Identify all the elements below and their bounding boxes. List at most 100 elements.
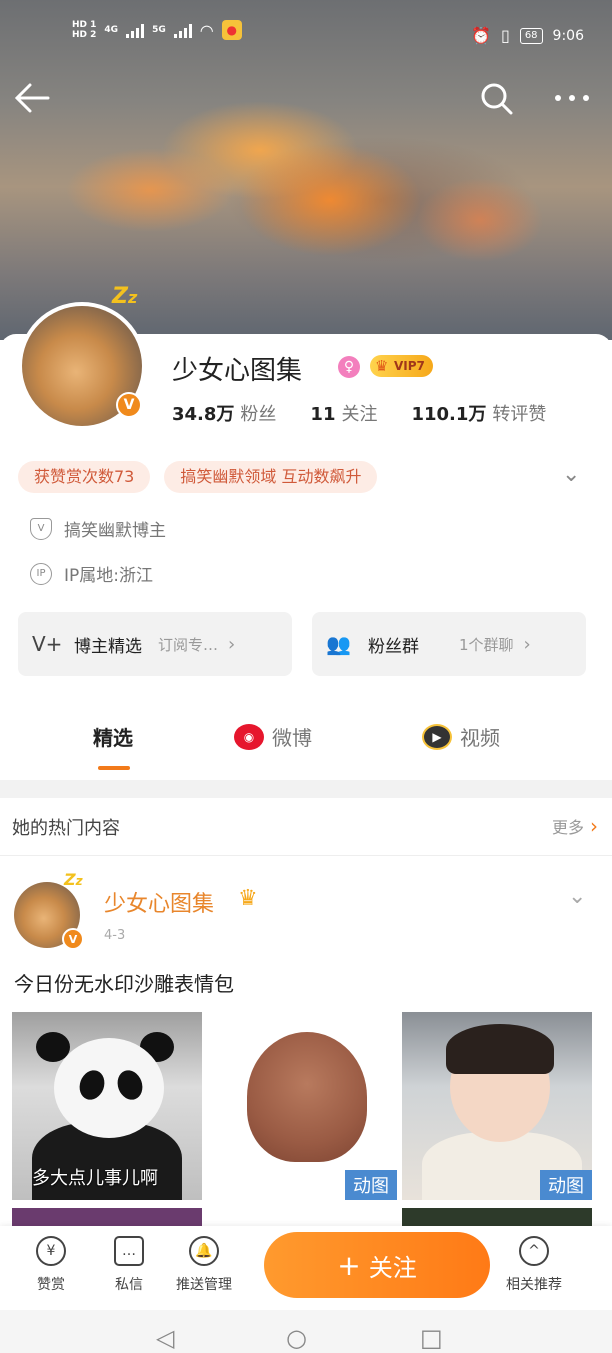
stat-interactions[interactable]: 110.1万 转评赞 [411,400,546,426]
hot-content-header: 她的热门内容 更多 › [0,798,612,856]
profile-tags: 获赞赏次数73 搞笑幽默领域 互动数飙升 [18,461,378,493]
wifi-icon: ◠ [199,20,214,40]
shield-icon: V [30,517,52,540]
network-type-2: 5G [152,25,166,35]
more-dots-icon [555,95,589,101]
post-image-dog[interactable]: 动图 [207,1012,397,1200]
section-divider [0,780,612,798]
female-gender-icon: ♀ [338,356,360,378]
bell-icon: 🔔 [189,1236,219,1266]
nav-back-button[interactable]: ◁ [156,1324,174,1352]
profile-avatar[interactable]: V [18,302,146,430]
chevron-up-icon: ^ [519,1236,549,1266]
network-type-1: 4G [104,25,119,35]
tab-weibo-label: 微博 [272,726,312,750]
blogger-picks-box[interactable]: V+ 博主精选 订阅专… › [18,612,292,676]
search-button[interactable] [478,80,516,127]
fan-group-sub: 1个群聊 [459,635,514,654]
panda-face [54,1038,164,1138]
reward-label: 赞赏 [37,1277,65,1293]
group-icon: 👥 [326,632,351,656]
post-author-avatar[interactable]: V [14,882,84,950]
post-image-kid[interactable]: 动图 [402,1012,592,1200]
status-bar: HD 1 HD 2 4G 5G ◠ ● ⏰ ▯ 68 9:06 [0,18,612,58]
fan-group-title: 粉丝群 [368,636,419,657]
post-image-panda[interactable]: 多大点儿事儿啊 [12,1012,202,1200]
tab-video-label: 视频 [460,726,500,750]
followers-label: 粉丝 [240,404,277,425]
profile-tabs: 精选 ◉ 微博 ▶ 视频 [0,722,612,782]
picks-title: 博主精选 [74,636,142,657]
plus-icon: + [337,1248,361,1282]
message-button[interactable]: … 私信 [114,1236,144,1294]
weibo-icon: ◉ [234,723,264,750]
ip-row: IP IP属地:浙江 [30,561,153,586]
hot-content-title: 她的热门内容 [12,818,120,839]
image-caption: 多大点儿事儿啊 [32,1168,158,1189]
following-count: 11 [310,404,336,425]
stat-following[interactable]: 11 关注 [310,400,377,426]
profile-stats: 34.8万 粉丝 11 关注 110.1万 转评赞 [172,400,546,426]
sleep-zz-icon: Zz [112,284,138,309]
expand-chevron-icon[interactable]: ⌄ [562,462,580,487]
signal-1-icon [126,22,145,38]
reward-button[interactable]: ¥ 赞赏 [36,1236,66,1294]
bottom-action-bar: ¥ 赞赏 … 私信 🔔 推送管理 + 关注 ^ 相关推荐 [0,1226,612,1310]
more-button[interactable] [552,80,592,127]
signal-2-icon [173,22,192,38]
vip-crown-icon: ♛ [238,886,258,911]
stat-followers[interactable]: 34.8万 粉丝 [172,400,276,426]
tag-field-trend[interactable]: 搞笑幽默领域 互动数飙升 [164,461,378,493]
more-label: 更多 [551,818,584,837]
dog-figure [247,1032,367,1162]
interactions-count: 110.1万 [411,404,487,425]
sim1-label: HD 1 [72,20,97,30]
nav-home-button[interactable]: ○ [286,1324,307,1352]
vibrate-icon: ▯ [501,26,510,45]
system-nav-bar: ◁ ○ □ [0,1310,612,1353]
message-icon: … [114,1236,144,1266]
post-options-chevron-icon[interactable]: ⌄ [568,884,586,909]
tag-reward-count[interactable]: 获赞赏次数73 [18,461,151,493]
tab-featured-label: 精选 [93,726,133,750]
vip-badge[interactable]: VIP7 [370,355,433,377]
tab-weibo[interactable]: ◉ 微博 [234,722,312,751]
chevron-right-icon: › [590,814,598,838]
following-label: 关注 [341,404,378,425]
sim2-label: HD 2 [72,30,97,40]
push-settings-button[interactable]: 🔔 推送管理 [176,1236,232,1294]
message-label: 私信 [115,1277,143,1293]
back-arrow-icon [14,83,50,113]
battery-icon: 68 [519,27,543,44]
ip-text: IP属地:浙江 [64,566,153,586]
fan-group-box[interactable]: 👥 粉丝群 1个群聊 › [312,612,586,676]
role-row: V 搞笑幽默博主 [30,516,166,541]
active-tab-indicator [98,766,130,770]
related-label: 相关推荐 [506,1277,562,1293]
verified-badge-icon: V [62,928,84,950]
video-icon: ▶ [422,723,452,750]
reward-icon: ¥ [36,1236,66,1266]
verified-badge-icon: V [116,392,142,418]
back-button[interactable] [12,80,52,125]
kid-hair [446,1024,554,1074]
interactions-label: 转评赞 [492,404,547,425]
tab-video[interactable]: ▶ 视频 [422,722,500,751]
gif-badge: 动图 [345,1170,397,1200]
clock: 9:06 [552,27,584,44]
nav-recents-button[interactable]: □ [420,1324,443,1352]
sim-indicator: HD 1 HD 2 [72,20,96,40]
picks-icon: V+ [32,632,63,656]
post-author-name[interactable]: 少女心图集 [104,886,214,918]
weibo-notification-icon: ● [221,20,242,40]
related-button[interactable]: ^ 相关推荐 [506,1236,562,1294]
push-label: 推送管理 [176,1277,232,1293]
follow-label: 关注 [368,1253,417,1282]
follow-button[interactable]: + 关注 [264,1232,490,1298]
tab-featured[interactable]: 精选 [93,722,133,751]
alarm-icon: ⏰ [471,26,491,45]
post-date: 4-3 [104,928,126,943]
more-link[interactable]: 更多 › [552,814,598,838]
role-text: 搞笑幽默博主 [64,521,166,541]
chevron-right-icon: › [228,633,236,655]
